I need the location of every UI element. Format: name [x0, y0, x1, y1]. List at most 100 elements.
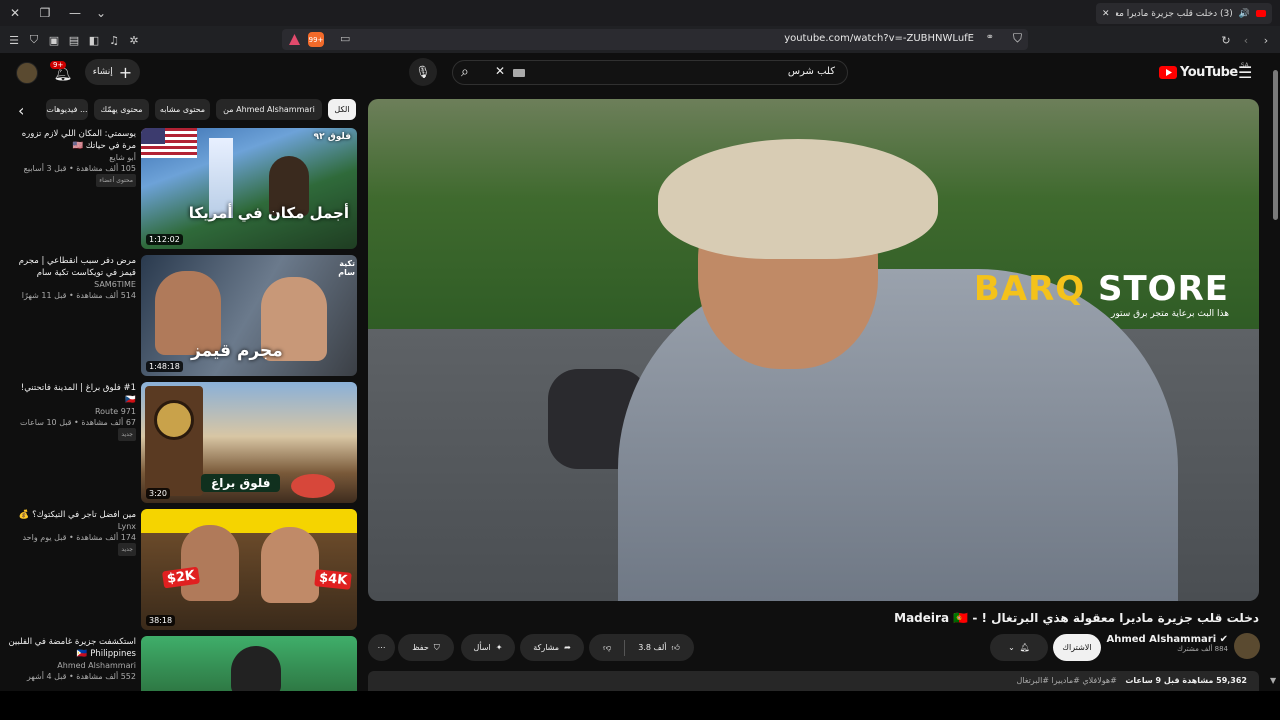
hashtags[interactable]: #هولافلاي #مادييرا #البرتغال	[1016, 676, 1116, 685]
list-item[interactable]: استكشفت جزيرة غامضة في الفلبين 🇵🇭 Philip…	[8, 636, 358, 691]
share-button[interactable]: مشاركة ➦	[520, 634, 584, 661]
minimize-window-icon[interactable]: —	[64, 3, 86, 23]
person-graphic	[231, 646, 281, 691]
like-icon[interactable]: 👍︎	[671, 643, 679, 653]
sponsor-line: هذا البث برعاية متجر برق ستور	[1110, 309, 1229, 319]
search-icon[interactable]: ⌕	[461, 64, 469, 80]
bookmark-icon[interactable]: ⛉	[1013, 31, 1022, 46]
view-count: 552 ألف مشاهدة	[76, 672, 136, 681]
extensions-icon[interactable]: ✲	[126, 32, 142, 48]
scrollbar-thumb[interactable]	[1273, 70, 1278, 220]
description-box[interactable]: 59,362 مشاهدة قبل 9 ساعات #هولافلاي #ماد…	[368, 671, 1259, 691]
reload-icon[interactable]: ↻	[1218, 32, 1234, 48]
channel-name[interactable]: أبو شايع	[8, 152, 136, 163]
video-title[interactable]: استكشفت جزيرة غامضة في الفلبين 🇵🇭 Philip…	[8, 636, 136, 660]
sponsor-overlay: BARQ STORE هذا البث برعاية متجر برق ستور	[974, 269, 1229, 319]
create-button[interactable]: إنشاء +	[85, 59, 140, 85]
subscribe-button[interactable]: الاشتراك	[1053, 634, 1101, 661]
chip-all[interactable]: الكل	[328, 99, 356, 120]
avatar[interactable]	[16, 62, 38, 84]
divider	[624, 639, 626, 656]
save-button[interactable]: حفظ ⛉	[398, 634, 454, 661]
back-icon[interactable]: ‹	[1238, 32, 1254, 48]
menu-icon[interactable]: ☰	[6, 32, 22, 48]
scrollbar[interactable]	[1271, 60, 1280, 690]
search-box[interactable]: ⌕ ✕ كلب شرس	[452, 60, 848, 85]
channel-name[interactable]: SAM6TIME	[8, 279, 136, 290]
chip-for-you[interactable]: محتوى يهمّك	[94, 99, 149, 120]
view-and-age: 59,362 مشاهدة قبل 9 ساعات	[1125, 676, 1247, 685]
list-item[interactable]: $2K $4K 38:18 مين افضل تاجر في التيكتوك؟…	[8, 509, 358, 630]
ask-button[interactable]: اسأل ✦	[461, 634, 515, 661]
video-thumbnail[interactable]: فلوق ٩٢ أجمل مكان في أمريكا 1:12:02	[141, 128, 357, 249]
video-title[interactable]: مين افضل تاجر في التيكتوك؟ 💰	[8, 509, 136, 521]
list-item[interactable]: فلوق براغ 3:20 #1 فلوق براغ | المدينة فا…	[8, 382, 358, 503]
person-graphic	[181, 525, 239, 601]
us-flag-icon	[141, 128, 197, 158]
url-text[interactable]: youtube.com/watch?v=-ZUBHNWLufE	[784, 33, 974, 44]
list-item[interactable]: فلوق ٩٢ أجمل مكان في أمريكا 1:12:02 يوسم…	[8, 128, 358, 249]
list-item[interactable]: تكية سام مجرم قيمز 1:48:18 مرض دفر سبب ا…	[8, 255, 358, 376]
more-actions-button[interactable]: ⋯	[368, 634, 395, 661]
shield-icon[interactable]: ⛉	[26, 32, 42, 48]
sparkle-icon: ✦	[495, 643, 503, 652]
thumbnail-caption: فلوق براغ	[201, 474, 281, 492]
search-input[interactable]: كلب شرس	[788, 66, 835, 77]
reader-icon[interactable]: ▤	[66, 32, 82, 48]
view-count: 514 ألف مشاهدة	[76, 291, 136, 300]
person-graphic	[261, 527, 319, 603]
verified-icon: ✔︎	[1219, 634, 1228, 645]
save-label: حفظ	[412, 643, 429, 652]
browser-tab-strip: ✕ ❐ — ⌄ + 🔊 (3) دخلت قلب جزيرة ماديرا مع…	[0, 0, 1280, 26]
wallet-icon[interactable]: ▣	[46, 32, 62, 48]
tab-list-icon[interactable]: ⌄	[90, 3, 112, 23]
youtube-logo[interactable]: YouTube SA	[1159, 62, 1249, 80]
chips-scroll-left-icon[interactable]: ‹	[18, 101, 24, 120]
chip-related[interactable]: محتوى مشابه	[155, 99, 210, 120]
video-thumbnail[interactable]: فلوق براغ 3:20	[141, 382, 357, 503]
video-thumbnail[interactable]: تكية سام مجرم قيمز 1:48:18	[141, 255, 357, 376]
clear-search-icon[interactable]: ✕	[495, 64, 505, 78]
sponsor-brand-b: STORE	[1098, 269, 1229, 309]
chip-from-channel[interactable]: من Ahmed Alshammari	[216, 99, 322, 120]
video-thumbnail[interactable]	[141, 636, 357, 691]
channel-name[interactable]: Ahmed Alshammari	[1106, 634, 1216, 645]
channel-name[interactable]: Ahmed Alshammari	[8, 660, 136, 671]
video-thumbnail[interactable]: $2K $4K 38:18	[141, 509, 357, 630]
video-meta: مين افضل تاجر في التيكتوك؟ 💰 Lynx 174 أل…	[8, 509, 136, 556]
close-window-icon[interactable]: ✕	[4, 3, 26, 23]
sidebar-icon[interactable]: ◧	[86, 32, 102, 48]
duration-badge: 1:12:02	[146, 234, 183, 245]
link-icon[interactable]: ⚭	[986, 32, 994, 43]
video-player[interactable]: BARQ STORE هذا البث برعاية متجر برق ستور	[368, 99, 1259, 601]
address-bar[interactable]: 99+ ▭ youtube.com/watch?v=-ZUBHNWLufE ⚭ …	[282, 29, 1028, 50]
keyboard-icon[interactable]	[513, 69, 525, 77]
video-title[interactable]: يوسمتي: المكان اللي لازم تزوره مرة في حي…	[8, 128, 136, 152]
channel-name[interactable]: Lynx	[8, 521, 136, 532]
clock-tower-graphic	[145, 386, 203, 496]
brave-shields-icon[interactable]: 99+	[308, 32, 324, 47]
music-icon[interactable]: ♫	[106, 32, 122, 48]
share-label: مشاركة	[533, 643, 560, 652]
restore-window-icon[interactable]: ❐	[34, 3, 56, 23]
chip-videos[interactable]: فيديوهات ...	[46, 99, 88, 120]
thumbnail-tag: فلوق ٩٢	[313, 132, 351, 142]
bottom-bar	[0, 691, 1280, 720]
brave-rewards-icon[interactable]	[288, 33, 301, 46]
scroll-down-icon[interactable]: ▼	[1270, 676, 1276, 685]
notifications-button[interactable]: ⌄ 🔔︎	[990, 634, 1048, 661]
dislike-button[interactable]: 👎︎	[603, 643, 611, 653]
video-title[interactable]: #1 فلوق براغ | المدينة فاتحتني! 🇨🇿	[8, 382, 136, 406]
forward-icon[interactable]: ›	[1258, 32, 1274, 48]
channel-name[interactable]: Route 971	[8, 406, 136, 417]
like-count[interactable]: 3.8 ألف	[638, 643, 666, 652]
hamburger-menu-icon[interactable]: ☰	[1238, 63, 1252, 82]
cast-icon[interactable]: ▭	[340, 32, 350, 45]
browser-tab[interactable]: 🔊 (3) دخلت قلب جزيرة ماديرا معقـ ✕	[1096, 3, 1272, 24]
voice-search-button[interactable]: 🎙︎	[409, 58, 437, 86]
close-tab-icon[interactable]: ✕	[1102, 9, 1110, 19]
video-title[interactable]: مرض دفر سبب انقطاعي | مجرم قيمز في تويكا…	[8, 255, 136, 279]
channel-avatar[interactable]	[1234, 633, 1260, 659]
duration-badge: 1:48:18	[146, 361, 183, 372]
bell-icon: 🔔︎	[1019, 643, 1030, 652]
